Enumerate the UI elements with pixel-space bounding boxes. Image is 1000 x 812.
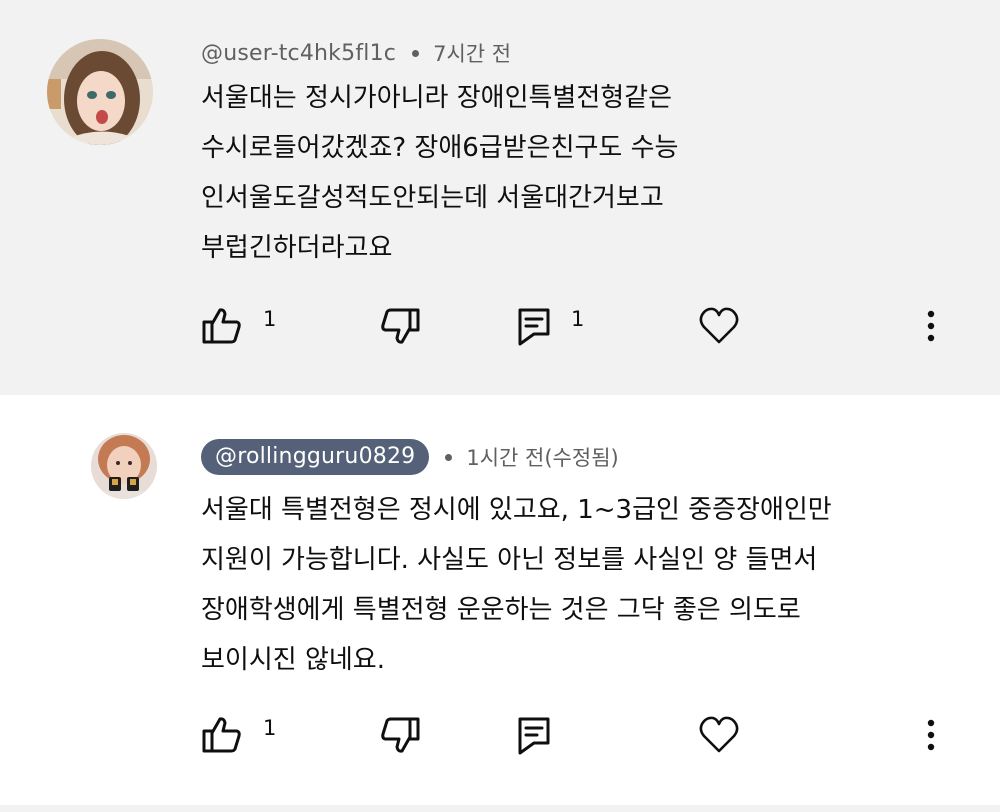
reply-button[interactable]: 1: [517, 296, 584, 356]
more-options-button[interactable]: [916, 296, 946, 356]
reply-icon: [518, 308, 550, 346]
more-vert-icon: [927, 719, 935, 751]
comment-line: 지원이 가능합니다. 사실도 아닌 정보를 사실인 양 들면서: [201, 545, 818, 575]
comment-line: 서울대 특별전형은 정시에 있고요, 1~3급인 중증장애인만: [201, 495, 832, 525]
comment-text: 서울대 특별전형은 정시에 있고요, 1~3급인 중증장애인만 지원이 가능합니…: [201, 485, 832, 685]
thumb-up-icon: [202, 717, 241, 753]
timestamp: 1시간 전(수정됨): [466, 446, 619, 470]
reply-icon: [518, 717, 550, 755]
dislike-button[interactable]: [379, 296, 421, 356]
reply-button[interactable]: [517, 705, 551, 765]
timestamp: 7시간 전: [433, 42, 512, 66]
comment-2: @rollingguru0829 1시간 전(수정됨) 서울대 특별전형은 정시…: [0, 395, 1000, 805]
heart-icon: [699, 307, 739, 344]
heart-icon: [699, 716, 739, 753]
heart-button[interactable]: [698, 296, 740, 356]
comment-line: 부럽긴하더라고요: [201, 233, 393, 263]
like-button[interactable]: 1: [201, 705, 276, 765]
separator-dot: [412, 49, 420, 57]
comment-line: 장애학생에게 특별전형 운운하는 것은 그닥 좋은 의도로: [201, 595, 801, 625]
avatar[interactable]: [47, 39, 153, 145]
more-vert-icon: [927, 310, 935, 342]
author-handle-badge[interactable]: @rollingguru0829: [201, 439, 430, 475]
thumb-down-icon: [381, 308, 420, 344]
comment-actions: 1 1: [0, 296, 1000, 356]
like-button[interactable]: 1: [201, 296, 276, 356]
comment-line: 수시로들어갔겠죠? 장애6급받은친구도 수능: [201, 133, 679, 163]
thumb-down-icon: [381, 717, 420, 753]
comment-1: @user-tc4hk5fl1c 7시간 전 서울대는 정시가아니라 장애인특별…: [0, 0, 1000, 395]
like-count: 1: [263, 716, 277, 740]
avatar[interactable]: [91, 433, 157, 499]
comment-meta: @rollingguru0829 1시간 전(수정됨): [201, 437, 619, 477]
like-count: 1: [263, 307, 277, 331]
heart-button[interactable]: [698, 705, 740, 765]
comment-text: 서울대는 정시가아니라 장애인특별전형같은 수시로들어갔겠죠? 장애6급받은친구…: [201, 73, 678, 273]
author-handle[interactable]: @user-tc4hk5fl1c: [201, 41, 396, 66]
separator-dot: [445, 453, 453, 461]
comment-line: 인서울도갈성적도안되는데 서울대간거보고: [201, 183, 664, 213]
comment-meta: @user-tc4hk5fl1c 7시간 전: [201, 33, 511, 73]
comment-line: 보이시진 않네요.: [201, 645, 385, 675]
dislike-button[interactable]: [379, 705, 421, 765]
divider: [0, 805, 1000, 812]
comment-line: 서울대는 정시가아니라 장애인특별전형같은: [201, 83, 673, 113]
reply-count: 1: [571, 307, 585, 331]
comment-actions: 1: [0, 705, 1000, 765]
thumb-up-icon: [202, 308, 241, 344]
more-options-button[interactable]: [916, 705, 946, 765]
